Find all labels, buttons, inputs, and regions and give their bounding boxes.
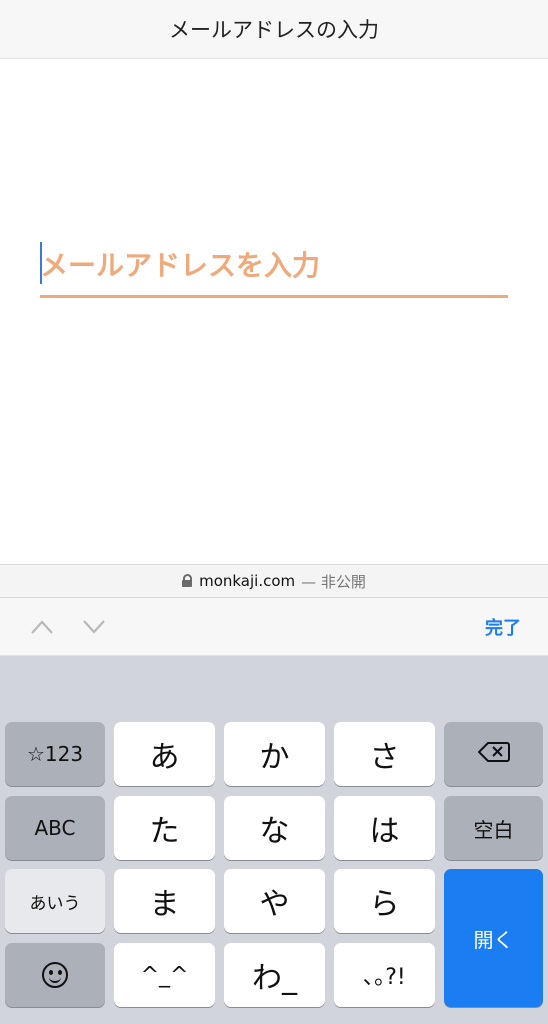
url-bar[interactable]: monkaji.com — 非公開	[0, 564, 548, 598]
key-ya[interactable]: や	[224, 869, 325, 933]
key-ma[interactable]: ま	[114, 869, 215, 933]
key-na[interactable]: な	[224, 796, 325, 860]
url-domain: monkaji.com	[199, 572, 296, 590]
header-bar: メールアドレスの入力	[0, 0, 548, 59]
abc-mode-key[interactable]: ABC	[5, 796, 105, 860]
kana-mode-key[interactable]: あいう	[5, 869, 105, 933]
key-punctuation[interactable]: ､｡?!	[334, 943, 435, 1007]
number-mode-key[interactable]: ☆123	[5, 722, 105, 786]
emoji-icon	[42, 962, 68, 988]
key-a[interactable]: あ	[114, 722, 215, 786]
open-key[interactable]: 開く	[444, 869, 543, 1007]
page-title: メールアドレスの入力	[169, 18, 379, 42]
key-ka[interactable]: か	[224, 722, 325, 786]
japanese-keyboard: ☆123 あ か さ ABC た な は 空白 あいう ま や ら 開く ^_^…	[0, 656, 548, 1024]
done-button[interactable]: 完了	[485, 614, 521, 640]
email-underline	[40, 295, 508, 298]
emoji-key[interactable]	[5, 943, 105, 1007]
key-kaomoji[interactable]: ^_^	[114, 943, 215, 1007]
chevron-up-icon[interactable]	[30, 618, 54, 636]
lock-icon	[182, 574, 193, 587]
input-accessory-toolbar: 完了	[0, 598, 548, 656]
delete-key[interactable]	[444, 722, 543, 786]
key-ra[interactable]: ら	[334, 869, 435, 933]
key-sa[interactable]: さ	[334, 722, 435, 786]
key-ha[interactable]: は	[334, 796, 435, 860]
url-privacy-label: — 非公開	[301, 572, 366, 591]
text-caret	[40, 242, 42, 284]
key-wa[interactable]: わ_	[224, 943, 325, 1007]
email-field-wrapper	[40, 237, 508, 299]
space-key[interactable]: 空白	[444, 796, 543, 860]
key-ta[interactable]: た	[114, 796, 215, 860]
chevron-down-icon[interactable]	[82, 618, 106, 636]
delete-icon	[477, 741, 510, 768]
content-area	[0, 59, 548, 564]
email-input[interactable]	[40, 237, 508, 293]
